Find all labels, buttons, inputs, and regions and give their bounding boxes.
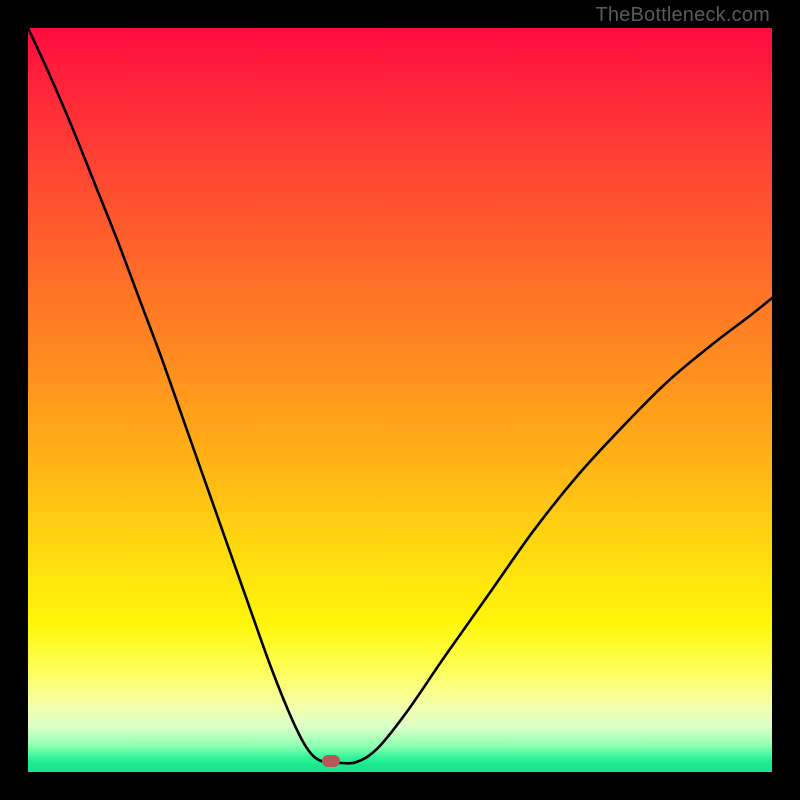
bottleneck-curve: [28, 28, 772, 772]
plot-area: [28, 28, 772, 772]
watermark-text: TheBottleneck.com: [595, 4, 770, 27]
chart-frame: TheBottleneck.com: [0, 0, 800, 800]
optimal-point-marker: [322, 755, 340, 767]
